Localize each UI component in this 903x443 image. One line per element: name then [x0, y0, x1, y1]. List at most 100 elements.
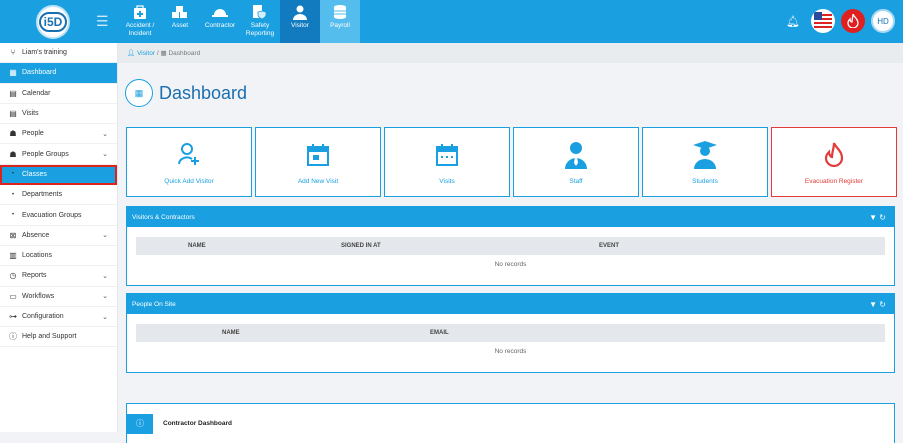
column-header-email[interactable]: EMAIL	[430, 330, 449, 336]
nav-contractor[interactable]: Contractor	[200, 0, 240, 43]
column-header-name[interactable]: NAME	[222, 330, 240, 336]
breadcrumb-dashboard-icon: ▦	[160, 50, 167, 57]
sidebar-item-people-groups[interactable]: ☗ People Groups ⌄	[0, 144, 117, 165]
breadcrumb-root[interactable]: Visitor	[137, 50, 155, 57]
refresh-icon[interactable]: ↻	[879, 300, 886, 309]
sidebar-item-label: Visits	[22, 110, 39, 118]
us-flag-icon[interactable]	[811, 9, 835, 33]
app-logo[interactable]: i5D	[36, 4, 70, 39]
brand-area: i5D ☰	[0, 0, 118, 43]
panel-tools: ▼ ↻	[869, 300, 886, 309]
chevron-down-icon: ⌄	[102, 130, 108, 138]
column-header-event[interactable]: EVENT	[599, 243, 619, 249]
people-icon: ☗	[9, 129, 17, 139]
dashboard-icon: ▦	[9, 68, 17, 78]
sidebar: ⑂ Liam's training ▦ Dashboard ▤ Calendar ▤ V…	[0, 43, 118, 432]
card-label: Staff	[569, 177, 583, 185]
sidebar-item-classes[interactable]: • Classes	[0, 164, 117, 186]
nav-label: Accident / Incident	[125, 22, 155, 37]
card-visits[interactable]: Visits	[384, 127, 510, 197]
breadcrumb-separator: /	[156, 49, 159, 57]
nav-payroll[interactable]: Payroll	[320, 0, 360, 43]
panel-title: Visitors & Contractors	[132, 213, 195, 221]
sidebar-item-calendar[interactable]: ▤ Calendar	[0, 84, 117, 104]
panel-header: Visitors & Contractors ▼ ↻	[127, 207, 894, 227]
chevron-down-icon: ⌄	[102, 272, 108, 280]
nav-label: Payroll	[330, 22, 350, 29]
menu-toggle-icon[interactable]: ☰	[96, 13, 109, 30]
sidebar-item-reports[interactable]: ◷ Reports ⌄	[0, 266, 117, 287]
filter-icon[interactable]: ▼	[869, 300, 877, 309]
flame-alert-icon[interactable]	[841, 9, 865, 33]
breadcrumb: 👤︎ Visitor / ▦ Dashboard	[118, 43, 903, 63]
sidebar-item-label: Reports	[22, 272, 47, 280]
nav-accident-incident[interactable]: Accident / Incident	[120, 0, 160, 43]
column-header-name[interactable]: NAME	[188, 243, 206, 249]
panel-title: People On Site	[132, 300, 176, 308]
dot-icon: •	[11, 212, 15, 219]
toggle-icon: ⊶	[9, 312, 17, 321]
people-on-site-panel: People On Site ▼ ↻ NAME EMAIL No records	[126, 293, 895, 373]
building-icon: ▥	[9, 251, 17, 261]
workflow-icon: ▭	[9, 291, 17, 301]
card-add-new-visit[interactable]: Add New Visit	[255, 127, 381, 197]
column-header-signed-in-at[interactable]: SIGNED IN AT	[341, 243, 381, 249]
sidebar-item-visits[interactable]: ▤ Visits	[0, 104, 117, 125]
sidebar-item-locations[interactable]: ▥ Locations	[0, 246, 117, 267]
person-icon	[292, 4, 308, 20]
chevron-down-icon: ⌄	[102, 232, 108, 240]
nav-label: Safety Reporting	[245, 22, 275, 37]
notification-bell-icon[interactable]: 🔔︎	[781, 9, 805, 33]
calendar-icon	[435, 140, 459, 170]
clock-icon: ◷	[9, 271, 17, 281]
sidebar-item-label: Dashboard	[22, 69, 57, 77]
card-staff[interactable]: Staff	[513, 127, 639, 197]
main-content: 👤︎ Visitor / ▦ Dashboard ▦ Dashboard Qui…	[118, 43, 903, 443]
panel-header: People On Site ▼ ↻	[127, 294, 894, 314]
logo-mark: i5D	[39, 11, 67, 32]
staff-icon	[564, 140, 588, 170]
absence-icon: ⊠	[9, 230, 17, 240]
avatar[interactable]: HD	[871, 9, 895, 33]
filter-icon[interactable]: ▼	[869, 213, 877, 222]
nav-safety-reporting[interactable]: Safety Reporting	[240, 0, 280, 43]
sidebar-item-people[interactable]: ☗ People ⌄	[0, 124, 117, 145]
panel-title: Contractor Dashboard	[163, 420, 232, 427]
card-label: Add New Visit	[297, 177, 339, 185]
nav-asset[interactable]: Asset	[160, 0, 200, 43]
nav-visitor[interactable]: Visitor	[280, 0, 320, 43]
sidebar-item-absence[interactable]: ⊠ Absence ⌄	[0, 226, 117, 246]
shield-report-icon	[252, 4, 268, 20]
card-evacuation-register[interactable]: Evacuation Register	[771, 127, 897, 197]
contractor-dashboard-panel: ⓘ Contractor Dashboard	[126, 403, 895, 443]
coins-icon	[332, 4, 348, 20]
card-students[interactable]: Students	[642, 127, 768, 197]
card-label: Visits	[439, 177, 455, 185]
sidebar-item-label: Calendar	[22, 89, 51, 97]
sidebar-item-departments[interactable]: • Departments	[0, 185, 117, 206]
graduate-icon	[692, 140, 718, 170]
sidebar-item-evacuation-groups[interactable]: • Evacuation Groups	[0, 205, 117, 226]
people-groups-icon: ☗	[9, 149, 17, 159]
card-quick-add-visitor[interactable]: Quick Add Visitor	[126, 127, 252, 197]
sidebar-item-label: Configuration	[22, 313, 64, 320]
sidebar-item-label: Locations	[22, 252, 52, 260]
quick-action-cards: Quick Add Visitor Add New Visit Visits S…	[126, 127, 897, 197]
refresh-icon[interactable]: ↻	[879, 213, 886, 222]
module-nav: Accident / Incident Asset Contractor Saf…	[120, 0, 360, 43]
nav-label: Asset	[171, 22, 189, 29]
sidebar-item-label: Help and Support	[22, 333, 77, 341]
sidebar-item-workflows[interactable]: ▭ Workflows ⌄	[0, 287, 117, 307]
breadcrumb-person-icon: 👤︎	[127, 50, 136, 57]
page-header: ▦ Dashboard	[125, 79, 247, 107]
calendar-icon: ▤	[9, 88, 17, 98]
sidebar-item-label: Departments	[22, 191, 63, 199]
sidebar-item-label: Workflows	[22, 292, 55, 300]
sidebar-item-dashboard[interactable]: ▦ Dashboard	[0, 63, 117, 84]
sidebar-item-label: Classes	[22, 170, 47, 178]
info-icon: ⓘ	[127, 413, 153, 434]
sidebar-item-liams-training[interactable]: ⑂ Liam's training	[0, 43, 117, 64]
sidebar-item-configuration[interactable]: ⊶ Configuration ⌄	[0, 307, 117, 328]
page-title: Dashboard	[159, 82, 248, 103]
sidebar-item-help-and-support[interactable]: ⓘ Help and Support	[0, 327, 117, 348]
